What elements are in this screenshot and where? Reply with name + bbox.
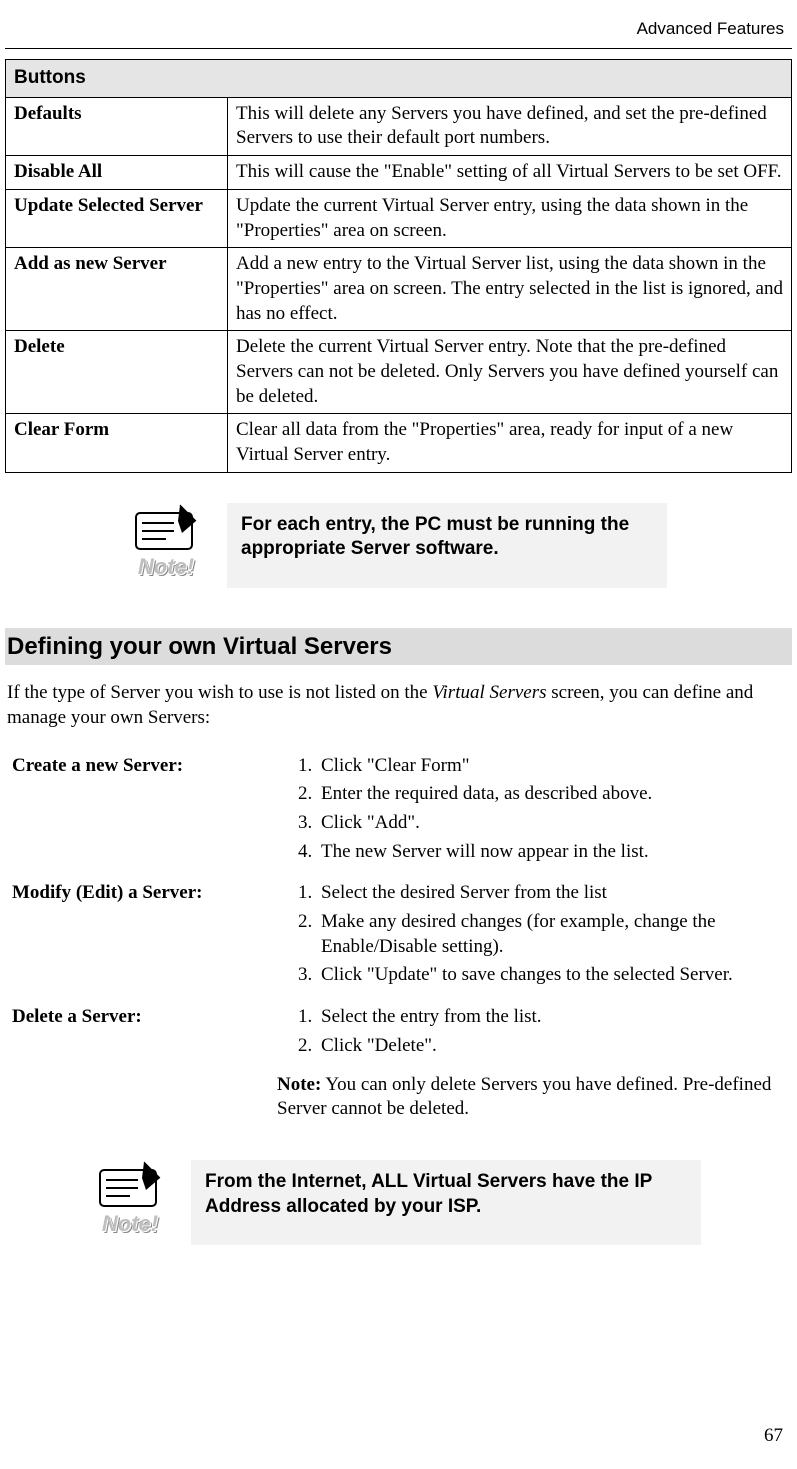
procedure-title: Create a new Server: xyxy=(11,753,276,881)
procedures-table: Create a new Server: Click "Clear Form" … xyxy=(11,753,791,1134)
procedure-steps: Select the desired Server from the list … xyxy=(276,880,791,1004)
note-icon: Note! xyxy=(85,1160,175,1239)
table-row: Update Selected Server Update the curren… xyxy=(6,189,792,247)
step: Click "Add". xyxy=(317,811,790,836)
button-desc: Clear all data from the "Properties" are… xyxy=(228,414,792,472)
button-desc: This will cause the "Enable" setting of … xyxy=(228,156,792,190)
header-rule xyxy=(5,48,792,49)
procedure-title: Modify (Edit) a Server: xyxy=(11,880,276,1004)
step: The new Server will now appear in the li… xyxy=(317,840,790,865)
page-number: 67 xyxy=(764,1424,783,1449)
note-label-inline: Note: xyxy=(277,1074,321,1095)
step: Enter the required data, as described ab… xyxy=(317,782,790,807)
button-desc: This will delete any Servers you have de… xyxy=(228,97,792,155)
note-text: For each entry, the PC must be running t… xyxy=(227,503,667,588)
step: Click "Delete". xyxy=(317,1034,790,1059)
procedure-note: Note: You can only delete Servers you ha… xyxy=(277,1073,790,1122)
step: Select the entry from the list. xyxy=(317,1005,790,1030)
button-name: Disable All xyxy=(6,156,228,190)
note-block-2: Note! From the Internet, ALL Virtual Ser… xyxy=(85,1160,792,1245)
button-name: Delete xyxy=(6,331,228,414)
intro-pre: If the type of Server you wish to use is… xyxy=(7,682,432,703)
note-text: From the Internet, ALL Virtual Servers h… xyxy=(191,1160,701,1245)
procedure-steps: Select the entry from the list. Click "D… xyxy=(276,1004,791,1134)
button-desc: Add a new entry to the Virtual Server li… xyxy=(228,248,792,331)
button-desc: Delete the current Virtual Server entry.… xyxy=(228,331,792,414)
intro-paragraph: If the type of Server you wish to use is… xyxy=(7,681,788,730)
procedure-steps: Click "Clear Form" Enter the required da… xyxy=(276,753,791,881)
note-icon: Note! xyxy=(121,503,211,582)
note-label: Note! xyxy=(102,1210,158,1239)
note-label: Note! xyxy=(138,553,194,582)
table-row: Clear Form Clear all data from the "Prop… xyxy=(6,414,792,472)
buttons-table-header: Buttons xyxy=(6,60,792,98)
table-row: Defaults This will delete any Servers yo… xyxy=(6,97,792,155)
table-row: Add as new Server Add a new entry to the… xyxy=(6,248,792,331)
table-row: Delete Delete the current Virtual Server… xyxy=(6,331,792,414)
running-header: Advanced Features xyxy=(5,0,792,46)
procedure-title: Delete a Server: xyxy=(11,1004,276,1134)
step: Select the desired Server from the list xyxy=(317,881,790,906)
section-heading: Defining your own Virtual Servers xyxy=(5,628,792,665)
table-row: Disable All This will cause the "Enable"… xyxy=(6,156,792,190)
button-name: Add as new Server xyxy=(6,248,228,331)
procedure-row: Delete a Server: Select the entry from t… xyxy=(11,1004,791,1134)
step: Make any desired changes (for example, c… xyxy=(317,910,790,959)
step: Click "Update" to save changes to the se… xyxy=(317,963,790,988)
button-name: Clear Form xyxy=(6,414,228,472)
procedure-row: Create a new Server: Click "Clear Form" … xyxy=(11,753,791,881)
note-block-1: Note! For each entry, the PC must be run… xyxy=(121,503,792,588)
note-text-inline: You can only delete Servers you have def… xyxy=(277,1074,771,1120)
step: Click "Clear Form" xyxy=(317,754,790,779)
buttons-table: Buttons Defaults This will delete any Se… xyxy=(5,59,792,473)
button-name: Defaults xyxy=(6,97,228,155)
button-name: Update Selected Server xyxy=(6,189,228,247)
intro-italic: Virtual Servers xyxy=(432,682,546,703)
procedure-row: Modify (Edit) a Server: Select the desir… xyxy=(11,880,791,1004)
button-desc: Update the current Virtual Server entry,… xyxy=(228,189,792,247)
